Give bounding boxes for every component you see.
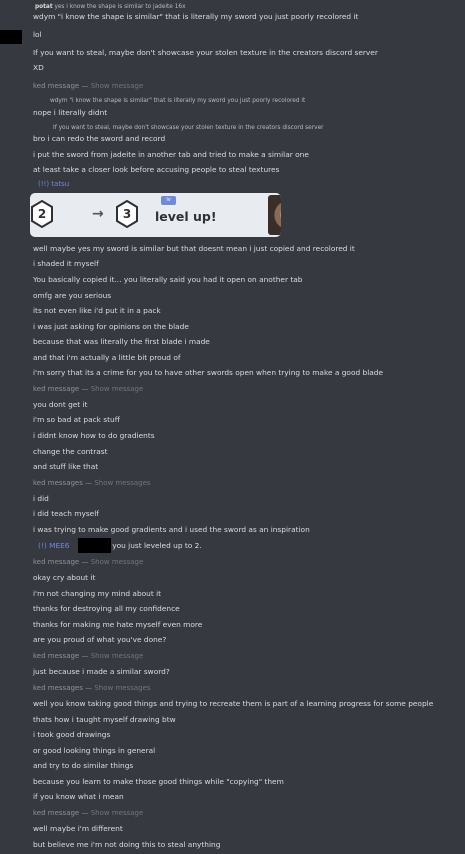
- message: nope i literally didnt: [33, 108, 108, 117]
- message: thats how i taught myself drawing btw: [33, 715, 176, 724]
- message: i was just asking for opinions on the bl…: [33, 322, 189, 331]
- blocked-message[interactable]: ked message — Show message: [0, 557, 465, 567]
- blocked-message[interactable]: ked message — Show message: [0, 81, 465, 91]
- message: i was trying to make good gradients and …: [33, 525, 310, 534]
- message: XD: [33, 63, 44, 72]
- reply-author: potat: [35, 4, 53, 10]
- blocked-label: ked messages —: [33, 479, 93, 487]
- show-message-link[interactable]: Show message: [91, 652, 144, 660]
- level-up-banner: 2 → 3 lv level up!: [30, 193, 281, 237]
- message: you dont get it: [33, 400, 88, 409]
- message: lol: [33, 30, 42, 39]
- blocked-message[interactable]: ked message — Show message: [0, 651, 465, 661]
- message: and that i'm actually a little bit proud…: [33, 353, 181, 362]
- mee6-message: (!) MEE6 you just leveled up to 2.: [0, 540, 465, 551]
- message: wdym "i know the shape is similar" that …: [33, 12, 359, 21]
- message: i'm sorry that its a crime for you to ha…: [33, 368, 384, 377]
- cat-avatar-image: [268, 195, 281, 235]
- blocked-label: ked messages —: [33, 684, 93, 692]
- show-messages-link[interactable]: Show messages: [94, 479, 150, 487]
- message: well maybe yes my sword is similar but t…: [33, 244, 355, 253]
- show-message-link[interactable]: Show message: [91, 385, 144, 393]
- message: at least take a closer look before accus…: [33, 165, 280, 174]
- message: i didnt know how to do gradients: [33, 431, 155, 440]
- message: okay cry about it: [33, 573, 96, 582]
- message: and stuff like that: [33, 462, 99, 471]
- blocked-label: ked message —: [33, 558, 89, 566]
- reply-preview[interactable]: wdym "i know the shape is similar" that …: [0, 97, 465, 105]
- mee6-mention[interactable]: (!) MEE6: [38, 541, 70, 550]
- show-message-link[interactable]: Show message: [91, 82, 144, 90]
- message: You basically copied it... you literally…: [33, 275, 303, 284]
- blocked-label: ked message —: [33, 385, 89, 393]
- message: i shaded it myself: [33, 259, 99, 268]
- message: just because i made a similar sword?: [33, 667, 170, 676]
- show-messages-link[interactable]: Show messages: [94, 684, 150, 692]
- level-tag: lv: [161, 196, 176, 205]
- reply-text: wdym "i know the shape is similar" that …: [50, 98, 306, 104]
- level-up-title: level up!: [155, 209, 217, 224]
- message: well maybe i'm different: [33, 824, 123, 833]
- message: bro i can redo the sword and record: [33, 134, 166, 143]
- show-message-link[interactable]: Show message: [91, 558, 144, 566]
- message: If you want to steal, maybe don't showca…: [33, 48, 378, 57]
- blocked-messages[interactable]: ked messages — Show messages: [0, 478, 465, 488]
- reply-preview[interactable]: potat yes i know the shape is similar to…: [0, 3, 465, 11]
- message: i took good drawings: [33, 730, 111, 739]
- blocked-message[interactable]: ked message — Show message: [0, 384, 465, 394]
- message: omfg are you serious: [33, 291, 112, 300]
- level-badge-from: 2: [31, 199, 53, 229]
- message: i'm so bad at pack stuff: [33, 415, 120, 424]
- message: its not even like i'd put it in a pack: [33, 306, 161, 315]
- message: well you know taking good things and try…: [33, 699, 434, 708]
- message: because you learn to make those good thi…: [33, 777, 284, 786]
- show-message-link[interactable]: Show message: [91, 809, 144, 817]
- message: i put the sword from jadeite in another …: [33, 150, 309, 159]
- message: change the contrast: [33, 447, 108, 456]
- reply-preview[interactable]: If you want to steal, maybe don't showca…: [0, 124, 465, 132]
- message: and try to do similar things: [33, 761, 134, 770]
- message: thanks for making me hate myself even mo…: [33, 620, 203, 629]
- message: i'm not changing my mind about it: [33, 589, 162, 598]
- message: thanks for destroying all my confidence: [33, 604, 180, 613]
- blocked-label: ked message —: [33, 82, 89, 90]
- blocked-message[interactable]: ked message — Show message: [0, 808, 465, 818]
- reply-text: yes i know the shape is similar to jadei…: [54, 4, 186, 10]
- message: because that was literally the first bla…: [33, 337, 210, 346]
- blocked-messages[interactable]: ked messages — Show messages: [0, 683, 465, 693]
- blocked-label: ked message —: [33, 652, 89, 660]
- blocked-label: ked message —: [33, 809, 89, 817]
- message: i did: [33, 494, 49, 503]
- message: if you know what i mean: [33, 792, 124, 801]
- mee6-text: you just leveled up to 2.: [112, 541, 202, 550]
- arrow-right-icon: →: [92, 206, 104, 222]
- message: are you proud of what you've done?: [33, 635, 167, 644]
- message: or good looking things in general: [33, 746, 156, 755]
- message: but believe me i'm not doing this to ste…: [33, 840, 221, 849]
- level-badge-to: 3: [116, 199, 138, 229]
- redacted-username: [78, 538, 111, 553]
- level-to-number: 3: [122, 207, 132, 221]
- bot-mention[interactable]: (!!) tatsu: [0, 179, 465, 190]
- message: i did teach myself: [33, 509, 99, 518]
- level-from-number: 2: [37, 207, 47, 221]
- reply-text: If you want to steal, maybe don't showca…: [53, 125, 324, 131]
